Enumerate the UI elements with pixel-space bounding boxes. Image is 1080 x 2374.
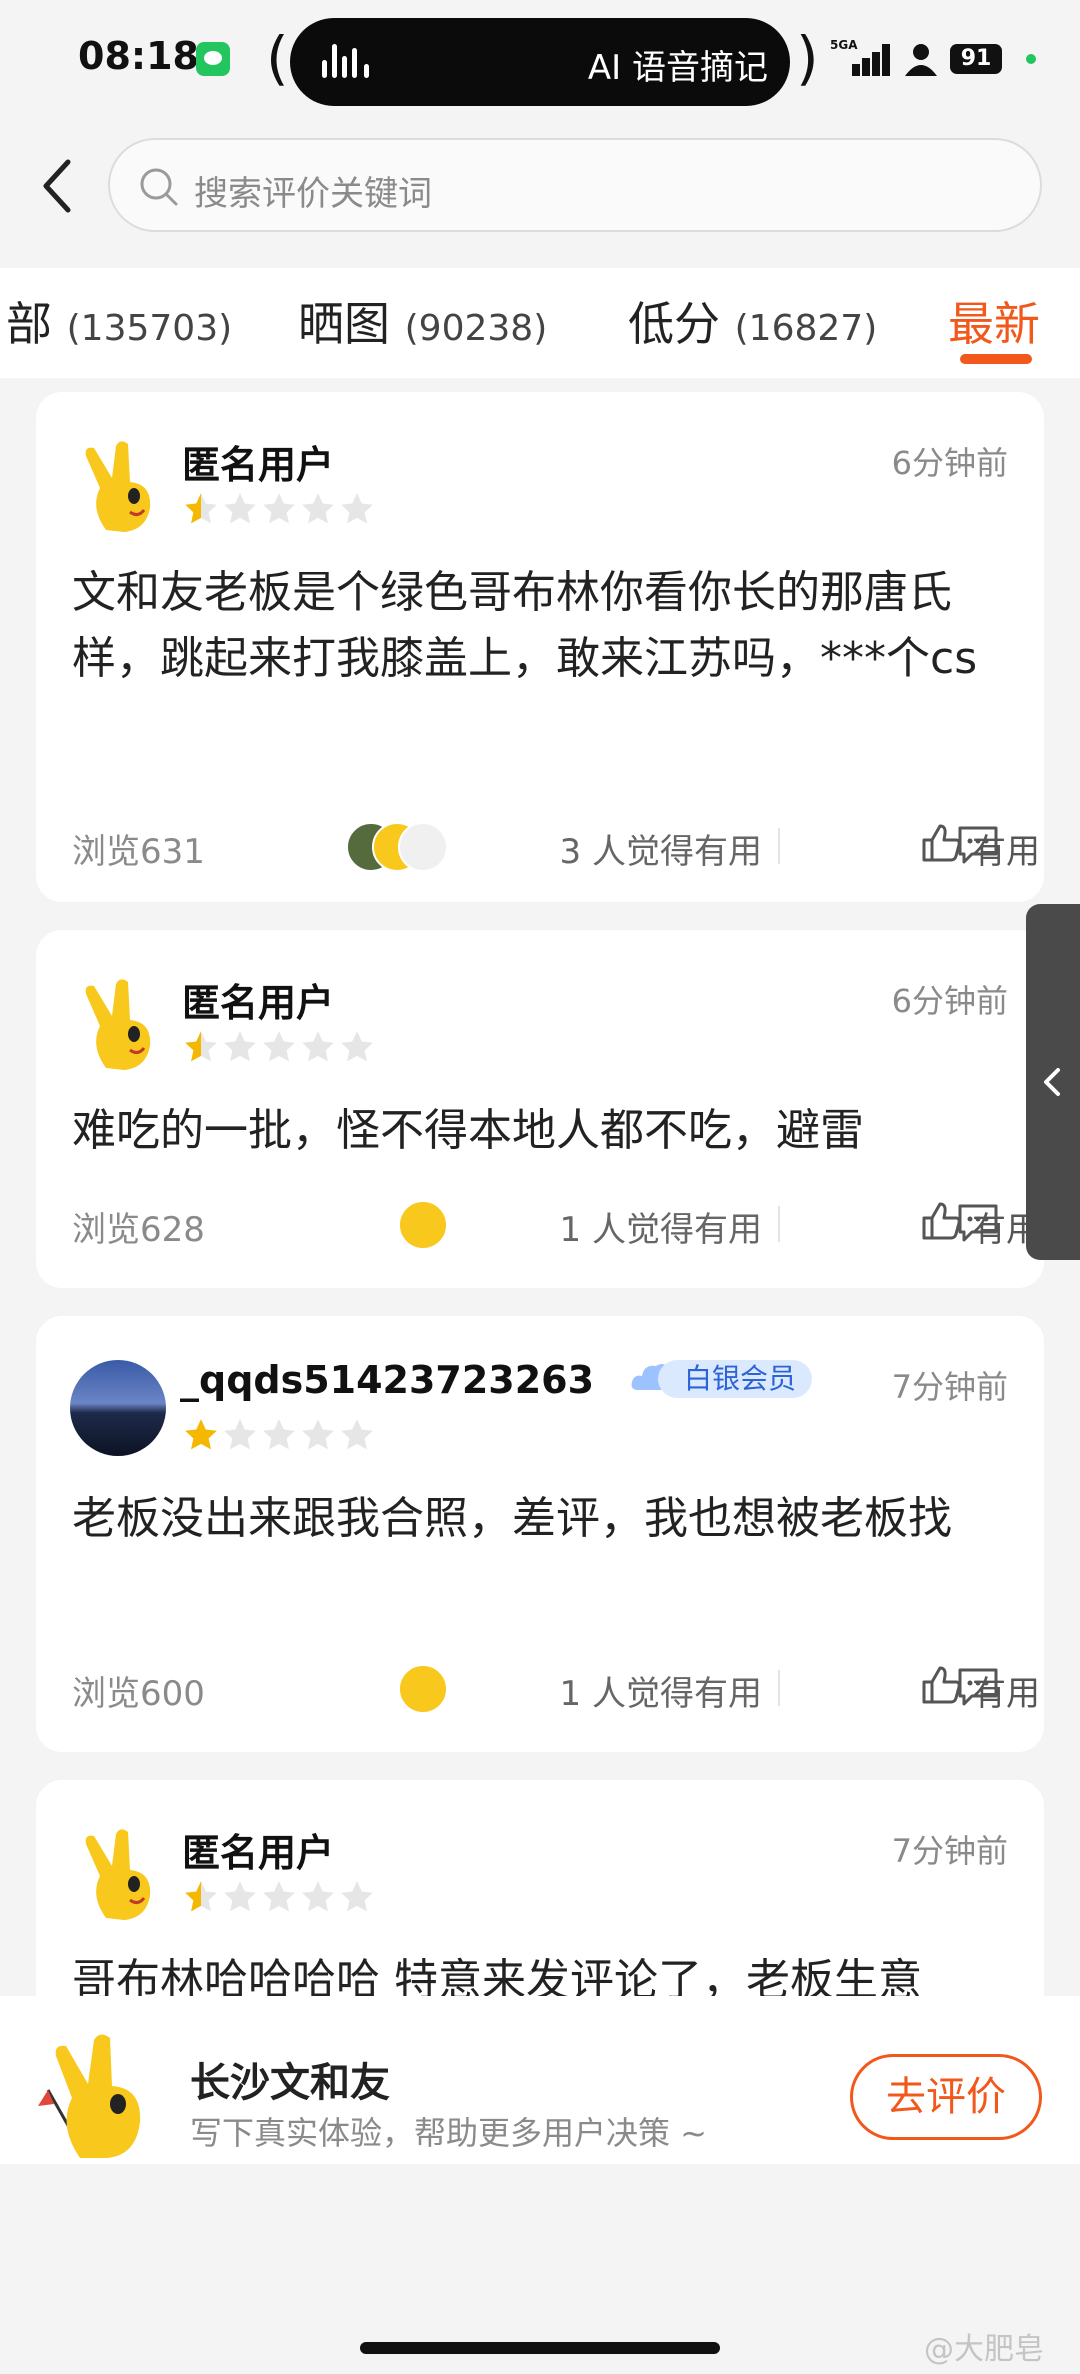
star-icon-empty bbox=[341, 1031, 373, 1062]
star-icon-empty bbox=[341, 1881, 373, 1912]
star-icon-empty bbox=[263, 1419, 295, 1450]
comment-icon[interactable] bbox=[956, 822, 1000, 866]
back-arrow-icon[interactable] bbox=[38, 158, 78, 214]
view-count: 浏览600 bbox=[72, 1674, 205, 1714]
review-card: 匿名用户 7分钟前 哥布林哈哈哈哈 特意来发评论了，老板生意 bbox=[36, 1780, 1044, 1996]
review-card: 匿名用户 6分钟前 文和友老板是个绿色哥布林你看你长的那唐氏样，跳起来打我膝盖上… bbox=[36, 392, 1044, 902]
comment-icon[interactable] bbox=[956, 1200, 1000, 1244]
helper-avatar bbox=[398, 1664, 448, 1714]
island-label: AI 语音摘记 bbox=[587, 48, 768, 88]
signal-icon bbox=[832, 42, 892, 76]
review-time: 6分钟前 bbox=[891, 982, 1008, 1020]
helpful-count: 1 人觉得有用 bbox=[559, 1210, 762, 1250]
mascot-avatar-icon bbox=[85, 979, 151, 1070]
review-footer: 浏览600 1 人觉得有用 有用 bbox=[36, 1658, 1044, 1714]
star-icon-empty bbox=[263, 1881, 295, 1912]
reviewer-name[interactable]: 匿名用户 bbox=[182, 972, 334, 1027]
review-text[interactable]: 哥布林哈哈哈哈 特意来发评论了，老板生意 bbox=[72, 1948, 1012, 1996]
review-hint: 写下真实体验，帮助更多用户决策 ~ bbox=[190, 2114, 707, 2152]
review-footer: 浏览628 1 人觉得有用 有用 bbox=[36, 1194, 1044, 1250]
tab-latest[interactable]: 最新 bbox=[948, 288, 1040, 354]
star-icon-half bbox=[185, 1031, 217, 1062]
dynamic-island[interactable]: AI 语音摘记 bbox=[290, 18, 790, 106]
search-icon bbox=[140, 168, 178, 206]
review-list[interactable]: 匿名用户 6分钟前 文和友老板是个绿色哥布林你看你长的那唐氏样，跳起来打我膝盖上… bbox=[0, 378, 1080, 1996]
helper-avatar bbox=[398, 822, 448, 872]
tab-all[interactable]: 部 (135703) bbox=[6, 288, 232, 354]
star-icon-empty bbox=[224, 1031, 256, 1062]
star-icon-empty bbox=[263, 1031, 295, 1062]
user-avatar[interactable] bbox=[70, 1360, 166, 1456]
star-icon-empty bbox=[224, 493, 256, 524]
chevron-left-icon bbox=[1044, 1068, 1060, 1096]
write-review-button[interactable]: 去评价 bbox=[850, 2054, 1042, 2140]
helper-avatar bbox=[398, 1200, 448, 1250]
review-card: _qqds51423723263 白银会员 7分钟前 老板没出来跟我合照，差评，… bbox=[36, 1316, 1044, 1752]
reviewer-name[interactable]: 匿名用户 bbox=[182, 1822, 334, 1877]
tab-low-score[interactable]: 低分 (16827) bbox=[628, 288, 877, 354]
home-indicator[interactable] bbox=[360, 2342, 720, 2354]
search-placeholder: 搜索评价关键词 bbox=[194, 174, 432, 214]
star-icon-empty bbox=[302, 1881, 334, 1912]
star-rating bbox=[182, 1028, 377, 1068]
voice-wave-icon bbox=[318, 40, 378, 84]
view-count: 浏览631 bbox=[72, 832, 205, 872]
divider bbox=[778, 1670, 780, 1706]
review-time: 6分钟前 bbox=[891, 444, 1008, 482]
search-input[interactable]: 搜索评价关键词 bbox=[108, 138, 1042, 232]
view-count: 浏览628 bbox=[72, 1210, 205, 1250]
star-rating bbox=[182, 490, 377, 530]
star-icon-empty bbox=[224, 1881, 256, 1912]
reviewer-name[interactable]: _qqds51423723263 bbox=[180, 1358, 594, 1402]
star-icon-half bbox=[185, 1881, 217, 1912]
review-footer: 浏览631 3 人觉得有用 有用 bbox=[36, 816, 1044, 872]
bottom-review-bar: 长沙文和友 写下真实体验，帮助更多用户决策 ~ 去评价 bbox=[0, 1996, 1080, 2164]
tab-photos[interactable]: 晒图 (90238) bbox=[298, 288, 547, 354]
review-time: 7分钟前 bbox=[891, 1832, 1008, 1870]
side-panel-handle[interactable] bbox=[1026, 904, 1080, 1260]
mascot-flag-icon bbox=[38, 2034, 141, 2158]
star-icon-empty bbox=[302, 1031, 334, 1062]
status-bar: 08:18 ( AI 语音摘记 ) 5GA 91 bbox=[0, 0, 1080, 120]
battery-indicator: 91 bbox=[950, 44, 1002, 74]
star-icon-half bbox=[185, 493, 217, 524]
star-icon-empty bbox=[302, 1419, 334, 1450]
star-icon-empty bbox=[341, 1419, 373, 1450]
comment-icon[interactable] bbox=[956, 1664, 1000, 1708]
badge-label: 白银会员 bbox=[658, 1360, 813, 1398]
mascot-avatar-icon bbox=[85, 441, 151, 532]
divider bbox=[778, 828, 780, 864]
review-time: 7分钟前 bbox=[891, 1368, 1008, 1406]
wechat-icon bbox=[196, 42, 230, 76]
divider bbox=[778, 1206, 780, 1242]
right-paren-glyph: ) bbox=[796, 24, 819, 92]
shop-name: 长沙文和友 bbox=[190, 2060, 390, 2106]
star-icon-empty bbox=[341, 493, 373, 524]
star-icon-empty bbox=[302, 493, 334, 524]
review-text[interactable]: 难吃的一批，怪不得本地人都不吃，避雷 bbox=[72, 1098, 1012, 1164]
review-card: 匿名用户 6分钟前 难吃的一批，怪不得本地人都不吃，避雷 浏览628 1 人觉得… bbox=[36, 930, 1044, 1288]
helpful-count: 1 人觉得有用 bbox=[559, 1674, 762, 1714]
watermark: @大肥皂 bbox=[924, 2332, 1044, 2367]
privacy-dot bbox=[1026, 54, 1036, 64]
left-paren-glyph: ( bbox=[266, 24, 289, 92]
star-rating bbox=[182, 1416, 377, 1456]
active-tab-indicator bbox=[960, 354, 1032, 364]
status-time: 08:18 bbox=[78, 34, 199, 78]
hotspot-person-icon bbox=[905, 44, 937, 76]
reviewer-name[interactable]: 匿名用户 bbox=[182, 434, 334, 489]
review-text[interactable]: 文和友老板是个绿色哥布林你看你长的那唐氏样，跳起来打我膝盖上，敢来江苏吗，***… bbox=[72, 560, 1012, 692]
star-icon-full bbox=[185, 1419, 217, 1450]
star-icon-empty bbox=[224, 1419, 256, 1450]
review-text[interactable]: 老板没出来跟我合照，差评，我也想被老板找 bbox=[72, 1486, 1012, 1552]
star-rating bbox=[182, 1878, 377, 1918]
helpful-count: 3 人觉得有用 bbox=[559, 832, 762, 872]
star-icon-empty bbox=[263, 493, 295, 524]
filter-tabs: 部 (135703) 晒图 (90238) 低分 (16827) 最新 bbox=[0, 268, 1080, 378]
mascot-avatar-icon bbox=[85, 1829, 151, 1920]
